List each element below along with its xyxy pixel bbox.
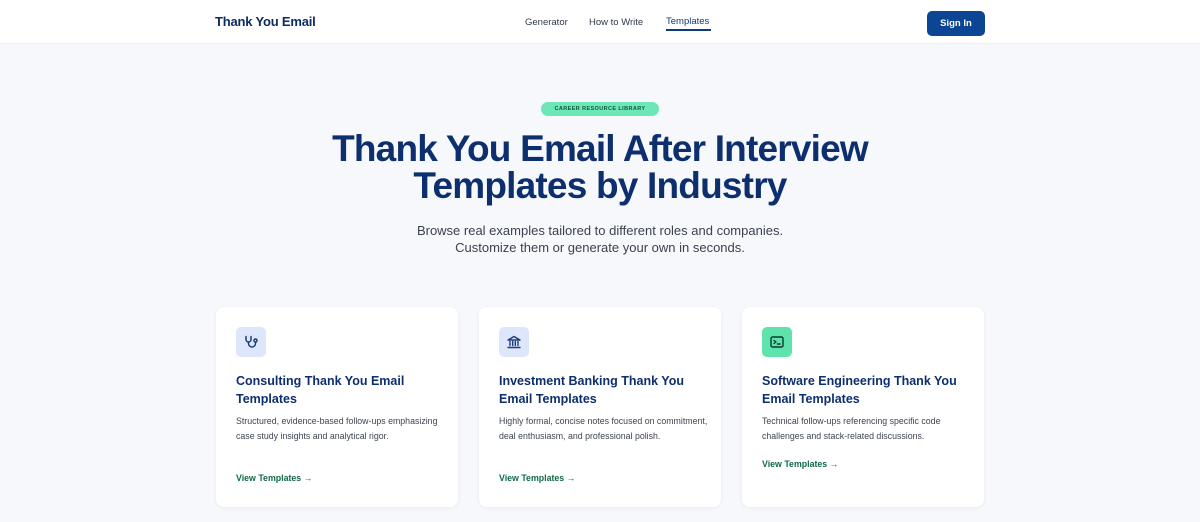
- template-card-investment-banking: Investment Banking Thank You Email Templ…: [479, 307, 721, 507]
- card-title: Software Engineering Thank You Email Tem…: [762, 374, 957, 406]
- page-title: Thank You Email After Interview Template…: [0, 130, 1200, 204]
- card-description: Structured, evidence-based follow-ups em…: [236, 416, 438, 441]
- sign-in-button[interactable]: Sign In: [927, 11, 985, 36]
- view-templates-link[interactable]: View Templates →: [236, 473, 312, 483]
- card-title: Investment Banking Thank You Email Templ…: [499, 374, 684, 406]
- page-subtitle: Browse real examples tailored to differe…: [0, 222, 1200, 256]
- card-description: Technical follow-ups referencing specifi…: [762, 416, 941, 441]
- stethoscope-icon: [236, 327, 266, 357]
- card-title: Consulting Thank You Email Templates: [236, 374, 405, 406]
- template-card-software-engineering: Software Engineering Thank You Email Tem…: [742, 307, 984, 507]
- page-title-line-1: Thank You Email After Interview: [332, 128, 869, 169]
- template-card-consulting: Consulting Thank You Email Templates Str…: [216, 307, 458, 507]
- nav-link-generator[interactable]: Generator: [525, 17, 568, 28]
- page-subtitle-line-2: Customize them or generate your own in s…: [455, 240, 745, 255]
- page-subtitle-line-1: Browse real examples tailored to differe…: [416, 223, 784, 238]
- page-title-line-2: Templates by Industry: [413, 165, 787, 206]
- view-templates-link[interactable]: View Templates →: [499, 473, 575, 483]
- top-navbar: Thank You Email Generator How to Write T…: [0, 0, 1200, 44]
- card-description: Highly formal, concise notes focused on …: [499, 416, 708, 441]
- terminal-icon: [762, 327, 792, 357]
- nav-link-how-to-write[interactable]: How to Write: [589, 17, 643, 28]
- view-templates-link[interactable]: View Templates →: [762, 459, 838, 469]
- nav-links: Generator How to Write Templates: [0, 0, 1200, 44]
- active-nav-indicator: [666, 29, 711, 31]
- nav-link-templates[interactable]: Templates: [666, 16, 709, 27]
- bank-icon: [499, 327, 529, 357]
- category-badge: CAREER RESOURCE LIBRARY: [541, 102, 659, 116]
